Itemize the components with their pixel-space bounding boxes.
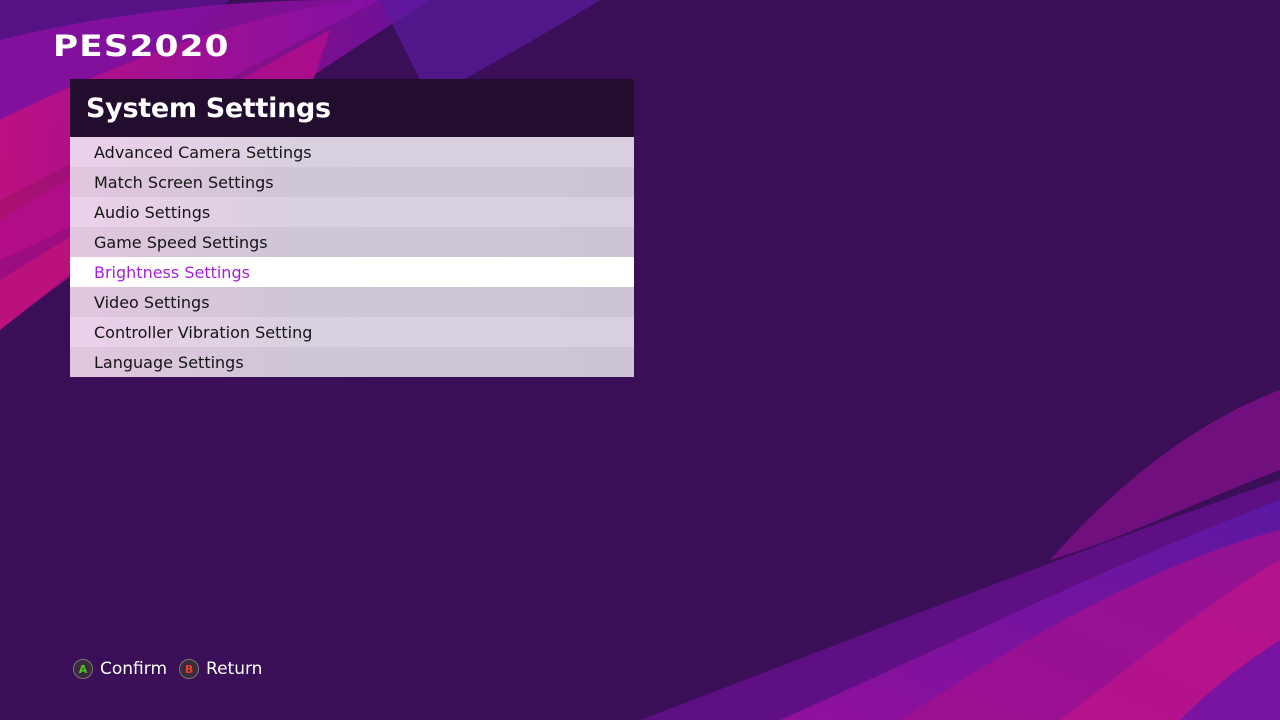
menu-item-video-settings[interactable]: Video Settings [70, 287, 634, 317]
menu-item-game-speed-settings[interactable]: Game Speed Settings [70, 227, 634, 257]
return-prompt[interactable]: Return [206, 659, 262, 679]
system-settings-panel: System Settings Advanced Camera Settings… [70, 79, 634, 377]
pes2020-logo: PES2020 [53, 29, 230, 63]
page-title: System Settings [86, 92, 331, 124]
menu-item-brightness-settings[interactable]: Brightness Settings [70, 257, 634, 287]
menu-item-controller-vibration-setting[interactable]: Controller Vibration Setting [70, 317, 634, 347]
button-prompts: A Confirm B Return [73, 659, 274, 679]
a-button-icon: A [73, 659, 93, 679]
confirm-prompt[interactable]: Confirm [100, 659, 167, 679]
menu-item-audio-settings[interactable]: Audio Settings [70, 197, 634, 227]
panel-header: System Settings [70, 79, 634, 137]
menu-item-match-screen-settings[interactable]: Match Screen Settings [70, 167, 634, 197]
menu-item-language-settings[interactable]: Language Settings [70, 347, 634, 377]
b-button-icon: B [179, 659, 200, 679]
menu-item-advanced-camera-settings[interactable]: Advanced Camera Settings [70, 137, 634, 167]
